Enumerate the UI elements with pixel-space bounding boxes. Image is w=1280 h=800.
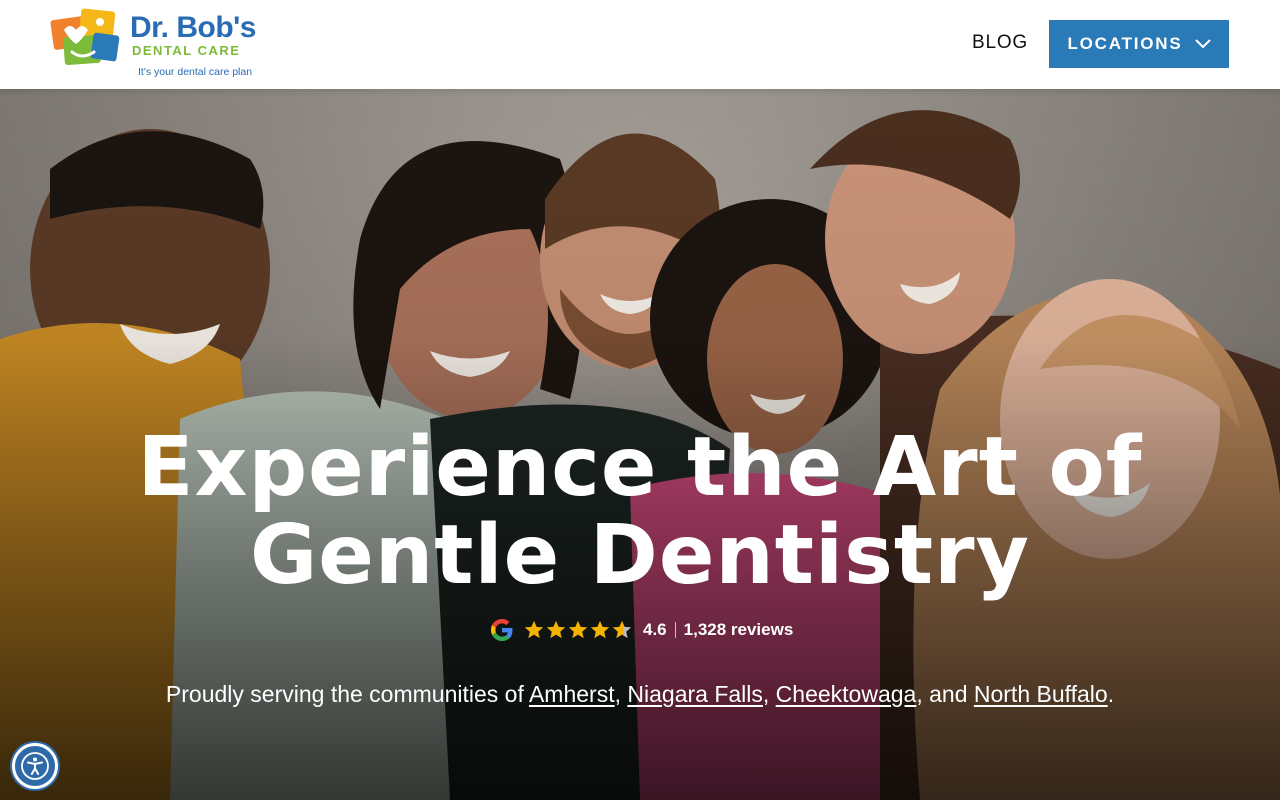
star-rating: [523, 619, 633, 641]
location-link-niagara-falls[interactable]: Niagara Falls: [627, 681, 763, 707]
site-header: Dr. Bob's DENTAL CARE It's your dental c…: [0, 0, 1280, 89]
star-half-icon: [612, 620, 632, 639]
logo[interactable]: Dr. Bob's DENTAL CARE It's your dental c…: [50, 8, 260, 82]
logo-text: Dr. Bob's DENTAL CARE: [130, 11, 257, 58]
location-link-cheektowaga[interactable]: Cheektowaga: [776, 681, 917, 707]
location-link-amherst[interactable]: Amherst: [529, 681, 615, 707]
serving-sep: ,: [614, 681, 628, 707]
google-rating[interactable]: 4.6 1,328 reviews: [489, 617, 793, 643]
logo-tagline: It's your dental care plan: [138, 66, 253, 78]
headline-line-1: Experience the Art of: [137, 420, 1143, 515]
location-link-north-buffalo[interactable]: North Buffalo: [974, 681, 1108, 707]
star-icon: [568, 620, 588, 639]
rating-divider: [674, 622, 676, 638]
star-icon: [590, 620, 610, 639]
star-icon: [546, 620, 566, 639]
serving-sep: , and: [916, 681, 974, 707]
logo-subtitle: DENTAL CARE: [132, 43, 241, 58]
serving-suffix: .: [1107, 681, 1115, 707]
nav-blog-link[interactable]: BLOG: [960, 26, 1040, 60]
serving-sep: ,: [762, 681, 776, 707]
locations-dropdown-button[interactable]: LOCATIONS: [1049, 20, 1229, 68]
logo-mark-icon: [50, 8, 120, 66]
chevron-down-icon: [1195, 39, 1211, 48]
star-icon: [524, 620, 544, 639]
logo-name: Dr. Bob's: [130, 11, 257, 44]
locations-label: LOCATIONS: [1067, 34, 1183, 53]
hero-section: Experience the Art of Gentle Dentistry 4…: [0, 89, 1280, 800]
headline-line-2: Gentle Dentistry: [249, 508, 1031, 603]
accessibility-icon: [21, 752, 49, 780]
service-areas: Proudly serving the communities of Amher…: [0, 681, 1280, 708]
accessibility-button[interactable]: [12, 743, 58, 789]
google-icon: [491, 619, 513, 641]
rating-value: 4.6: [643, 620, 667, 639]
hero-headline: Experience the Art of Gentle Dentistry: [0, 424, 1280, 600]
review-count: 1,328 reviews: [683, 620, 794, 639]
serving-prefix: Proudly serving the communities of: [165, 681, 529, 707]
